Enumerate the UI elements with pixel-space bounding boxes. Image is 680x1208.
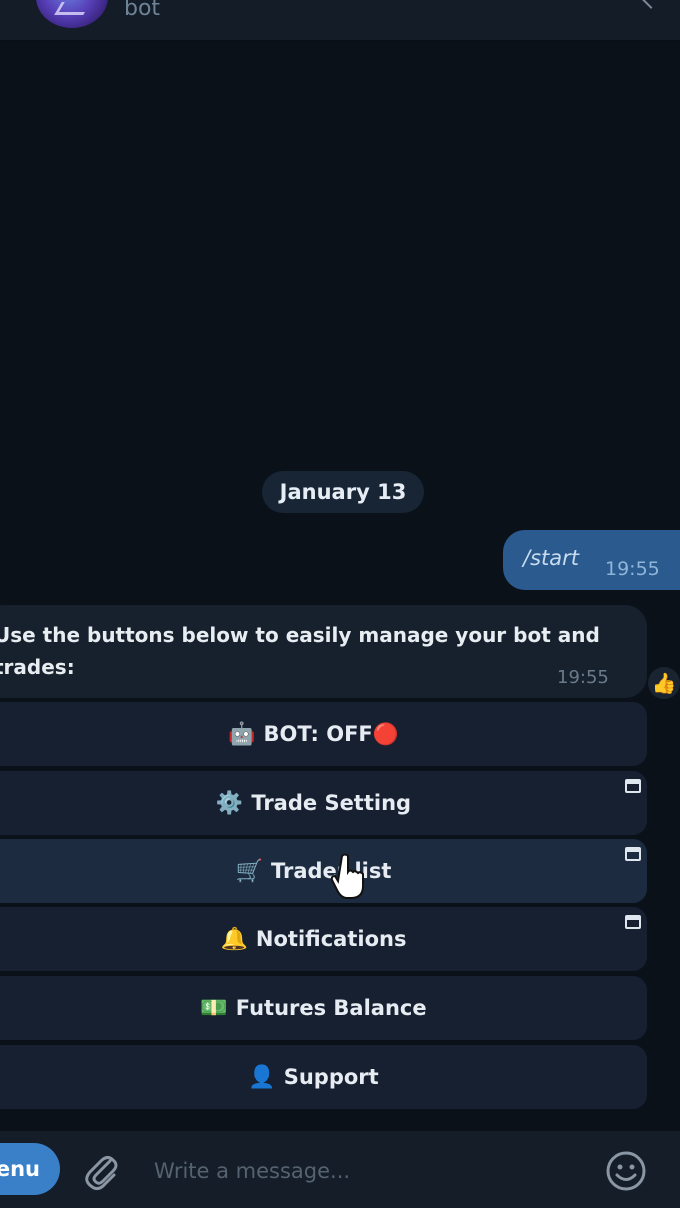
bot-toggle-button[interactable]: 🤖 BOT: OFF🔴 xyxy=(0,702,647,766)
open-popup-icon xyxy=(625,915,641,929)
hand-cursor-icon xyxy=(330,853,364,899)
outgoing-message-text: /start xyxy=(523,546,579,570)
open-popup-icon xyxy=(625,779,641,793)
message-input[interactable] xyxy=(152,1151,586,1191)
notifications-button[interactable]: 🔔 Notifications xyxy=(0,907,647,971)
outgoing-message-time: 19:55 xyxy=(605,558,660,580)
trade-setting-label: Trade Setting xyxy=(251,791,412,815)
chevron-left-icon[interactable] xyxy=(641,0,661,9)
bot-logo-icon xyxy=(54,2,91,15)
message-input-bar: Menu xyxy=(0,1131,680,1208)
notifications-label: Notifications xyxy=(255,927,407,951)
gear-icon: ⚙️ xyxy=(215,790,244,816)
futures-balance-label: Futures Balance xyxy=(235,996,427,1020)
thumbs-up-reaction-icon[interactable]: 👍 xyxy=(648,667,680,699)
trade-setting-button[interactable]: ⚙️ Trade Setting xyxy=(0,771,647,835)
user-icon: 👤 xyxy=(248,1064,276,1090)
outgoing-message[interactable]: /start 19:55 xyxy=(503,530,680,590)
date-separator: January 13 xyxy=(262,471,424,513)
paperclip-icon[interactable] xyxy=(82,1151,122,1191)
incoming-message-text: Use the buttons below to easily manage y… xyxy=(0,623,600,679)
incoming-message-time: 19:55 xyxy=(557,667,609,688)
incoming-message[interactable]: Use the buttons below to easily manage y… xyxy=(0,605,647,698)
chat-subtitle: bot xyxy=(124,0,161,21)
open-popup-icon xyxy=(625,847,641,861)
cart-icon: 🛒 xyxy=(235,858,263,884)
bot-avatar[interactable] xyxy=(36,0,108,28)
support-button[interactable]: 👤 Support xyxy=(0,1045,647,1109)
futures-balance-button[interactable]: 💵 Futures Balance xyxy=(0,976,647,1040)
smile-icon[interactable] xyxy=(604,1149,648,1193)
trader-list-button[interactable]: 🛒 Trader list xyxy=(0,839,647,903)
telegram-chat-window: bot January 13 /start 19:55 Use the butt… xyxy=(0,0,680,1208)
robot-icon: 🤖 xyxy=(228,721,256,747)
bot-toggle-label: BOT: OFF🔴 xyxy=(263,721,399,746)
bell-icon: 🔔 xyxy=(220,926,248,952)
money-icon: 💵 xyxy=(200,995,228,1021)
chat-header: bot xyxy=(0,0,680,41)
support-label: Support xyxy=(283,1065,379,1089)
menu-button[interactable]: Menu xyxy=(0,1143,60,1195)
